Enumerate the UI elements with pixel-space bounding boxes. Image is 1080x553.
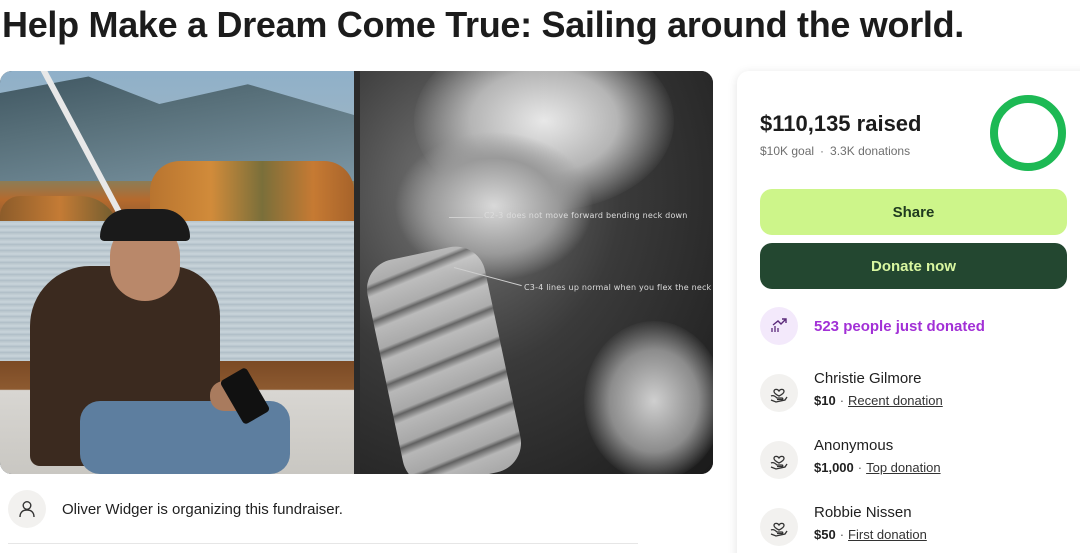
- donation-card: $110,135 raised $10K goal · 3.3K donations…: [737, 71, 1080, 553]
- trend-text: 523 people just donated: [814, 317, 985, 335]
- progress-ring: [990, 95, 1066, 171]
- donor-item: Robbie Nissen $50 · First donation: [760, 503, 927, 546]
- page-title: Help Make a Dream Come True: Sailing aro…: [2, 4, 965, 45]
- divider: [8, 543, 638, 544]
- donate-now-button[interactable]: Donate now: [760, 243, 1067, 289]
- sailing-photo: [0, 71, 354, 474]
- separator-dot: ·: [820, 144, 825, 158]
- xray-arrow-1: [449, 217, 483, 218]
- organizer-text: Oliver Widger is organizing this fundrai…: [62, 500, 343, 518]
- donor-item: Anonymous $1,000 · Top donation: [760, 436, 941, 479]
- donation-count: 3.3K donations: [830, 144, 911, 158]
- donor-amount: $50: [814, 527, 836, 542]
- donation-trend: 523 people just donated: [760, 307, 985, 345]
- first-donation-link[interactable]: First donation: [848, 527, 927, 542]
- amount-raised: $110,135 raised: [760, 111, 922, 136]
- person-cap: [100, 209, 190, 241]
- heart-hand-icon: [760, 441, 798, 479]
- separator-dot: ·: [839, 393, 845, 408]
- separator-dot: ·: [839, 527, 845, 542]
- donor-name: Anonymous: [814, 437, 894, 454]
- xray-annotation-2: C3-4 lines up normal when you flex the n…: [524, 283, 712, 292]
- goal-amount: $10K goal: [760, 144, 815, 158]
- separator-dot: ·: [857, 460, 863, 475]
- donor-meta: $10 · Recent donation: [814, 391, 943, 411]
- donor-name: Robbie Nissen: [814, 504, 912, 521]
- donor-meta: $1,000 · Top donation: [814, 458, 941, 478]
- donor-meta: $50 · First donation: [814, 525, 927, 545]
- donor-amount: $1,000: [814, 460, 854, 475]
- heart-hand-icon: [760, 508, 798, 546]
- recent-donation-link[interactable]: Recent donation: [848, 393, 943, 408]
- top-donation-link[interactable]: Top donation: [866, 460, 940, 475]
- share-button[interactable]: Share: [760, 189, 1067, 235]
- xray-jaw: [584, 321, 713, 474]
- person-figure: [20, 151, 290, 474]
- xray-annotation-1: C2-3 does not move forward bending neck …: [484, 211, 688, 220]
- trending-up-icon: [760, 307, 798, 345]
- xray-edge: [354, 71, 360, 474]
- xray-image: C2-3 does not move forward bending neck …: [354, 71, 713, 474]
- hero-image[interactable]: C2-3 does not move forward bending neck …: [0, 71, 713, 474]
- goal-line: $10K goal · 3.3K donations: [760, 144, 910, 158]
- donor-item: Christie Gilmore $10 · Recent donation: [760, 369, 943, 412]
- donor-name: Christie Gilmore: [814, 370, 922, 387]
- organizer-row: Oliver Widger is organizing this fundrai…: [8, 490, 343, 528]
- heart-hand-icon: [760, 374, 798, 412]
- donor-amount: $10: [814, 393, 836, 408]
- user-icon: [8, 490, 46, 528]
